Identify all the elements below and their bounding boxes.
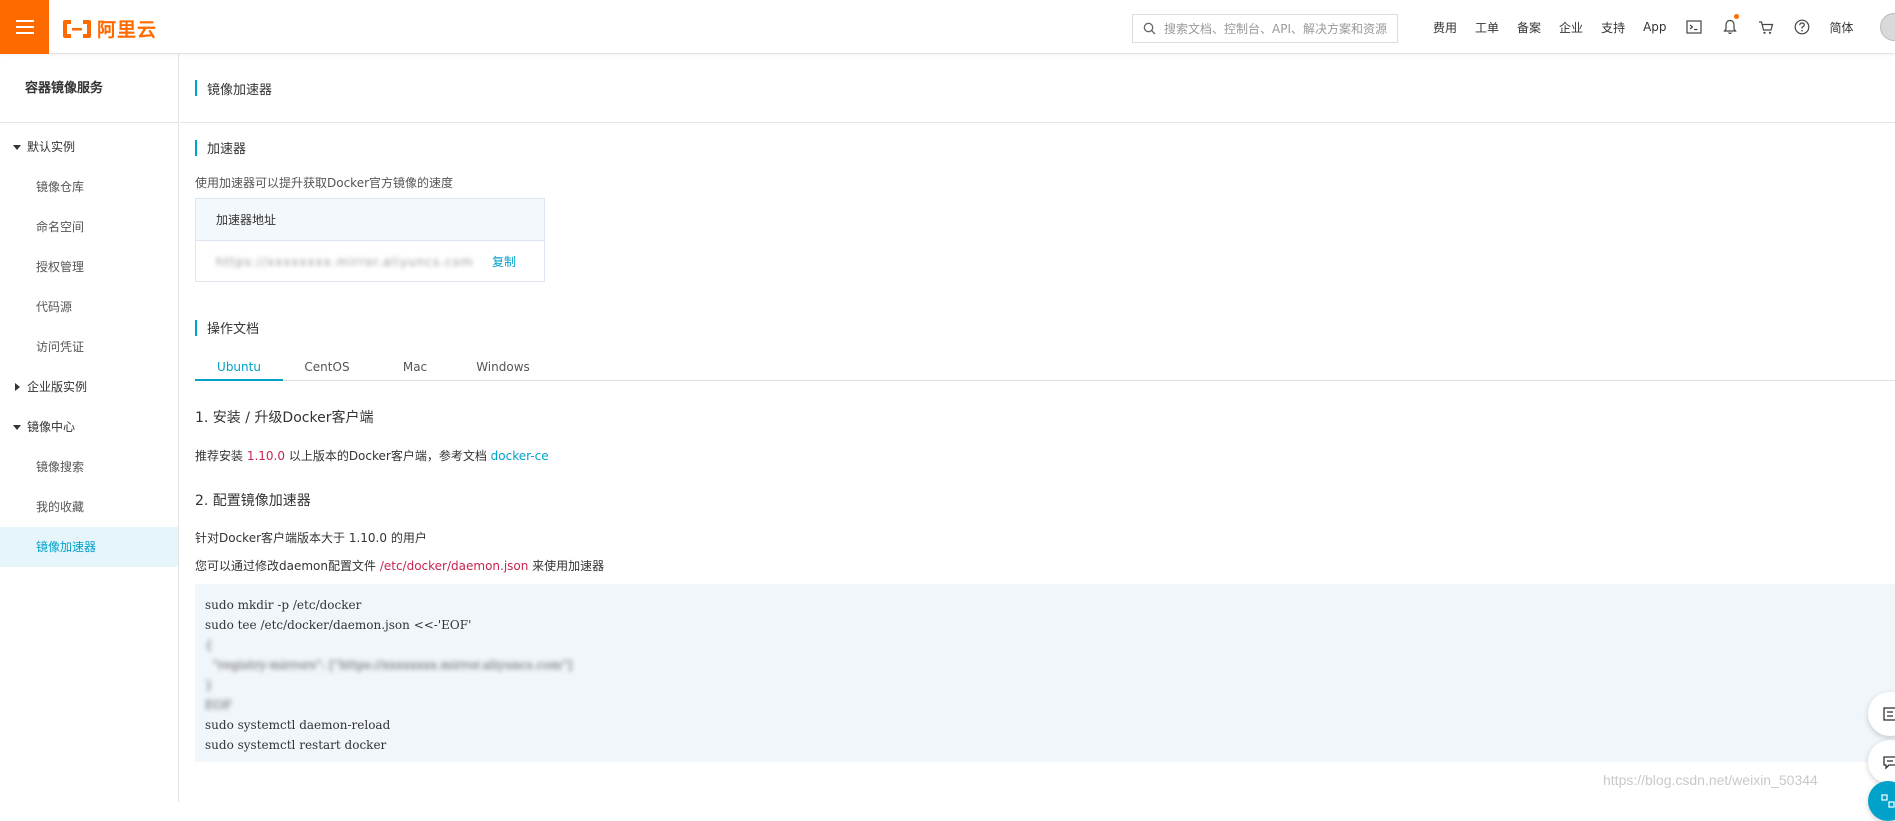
caret-down-icon [13,144,21,150]
code-block[interactable]: sudo mkdir -p /etc/docker sudo tee /etc/… [195,584,1895,762]
sidebar-group-image-center[interactable]: 镜像中心 [0,407,178,447]
recommend-text-mid: 以上版本的Docker客户端，参考文档 [285,449,491,463]
sidebar-title: 容器镜像服务 [0,54,178,123]
sidebar-item-namespaces[interactable]: 命名空间 [0,207,178,247]
top-navbar: 阿里云 费用 工单 备案 企业 支持 App [0,0,1895,54]
tab-ubuntu[interactable]: Ubuntu [195,354,283,381]
page-title-text: 镜像加速器 [207,82,273,98]
version-requirement-text: 针对Docker客户端版本大于 1.10.0 的用户 [195,531,427,545]
search-icon [1143,22,1156,35]
nav-support[interactable]: 支持 [1592,19,1634,36]
accelerator-address-row: https://xxxxxxxx.mirror.aliyuncs.com 复制 [196,241,544,282]
sidebar-group-label: 默认实例 [27,140,76,154]
accelerator-description: 使用加速器可以提升获取Docker官方镜像的速度 [195,176,454,190]
search-input[interactable] [1164,21,1390,36]
sidebar-group-enterprise-instance[interactable]: 企业版实例 [0,367,178,407]
document-icon [1883,707,1895,721]
nav-icp[interactable]: 备案 [1508,19,1550,36]
step2-heading: 2. 配置镜像加速器 [195,493,311,509]
accelerator-title-text: 加速器 [207,142,247,157]
step1-heading: 1. 安装 / 升级Docker客户端 [195,410,374,426]
nav-app[interactable]: App [1634,20,1675,34]
step1-recommendation: 推荐安装 1.10.0 以上版本的Docker客户端，参考文档 docker-c… [195,447,549,464]
page-header: 镜像加速器 [180,54,1895,123]
aliyun-logo[interactable]: 阿里云 [62,15,157,42]
aliyun-logo-icon [63,19,91,38]
title-accent-bar [195,139,197,156]
code-line-redacted: "registry-mirrors": ["https://xxxxxxxx.m… [205,658,573,672]
sidebar-group-label: 镜像中心 [27,420,76,434]
daemon-json-path: /etc/docker/daemon.json [379,559,529,573]
sidebar-item-repositories[interactable]: 镜像仓库 [0,167,178,207]
code-line-redacted: EOF [205,698,232,712]
watermark-text: https://blog.csdn.net/weixin_50344 [1603,772,1818,788]
docs-section-title: 操作文档 [195,318,259,337]
accelerator-address-table: 加速器地址 https://xxxxxxxx.mirror.aliyuncs.c… [195,198,545,282]
docker-ce-link[interactable]: docker-ce [491,449,549,463]
code-line-redacted: } [205,678,213,692]
tab-centos[interactable]: CentOS [283,354,371,380]
notification-dot [1733,14,1739,19]
tab-windows[interactable]: Windows [459,354,547,380]
code-line: sudo mkdir -p /etc/docker [205,598,362,612]
chat-icon [1883,756,1895,770]
recommended-version: 1.10.0 [246,449,285,463]
bell-icon[interactable] [1712,0,1748,54]
nav-tickets[interactable]: 工单 [1466,19,1508,36]
recommend-text-pre: 推荐安装 [195,449,247,463]
daemon-text-pre: 您可以通过修改daemon配置文件 [195,559,380,573]
service-float-button[interactable] [1868,781,1895,821]
sidebar-item-image-accelerator[interactable]: 镜像加速器 [0,527,178,567]
help-icon[interactable] [1784,0,1820,54]
daemon-config-text: 您可以通过修改daemon配置文件 /etc/docker/daemon.jso… [195,557,604,574]
terminal-icon[interactable] [1676,0,1712,54]
logo-text: 阿里云 [97,19,158,41]
daemon-text-post: 来使用加速器 [528,559,605,573]
sidebar-item-authorization[interactable]: 授权管理 [0,247,178,287]
menu-icon[interactable] [0,0,49,54]
sidebar-item-favorites[interactable]: 我的收藏 [0,487,178,527]
caret-down-icon [13,424,21,430]
docs-title-text: 操作文档 [207,322,260,337]
os-tabs: Ubuntu CentOS Mac Windows [195,354,1895,381]
sidebar-item-code-source[interactable]: 代码源 [0,287,178,327]
page-title: 镜像加速器 [195,79,272,98]
title-accent-bar [195,319,197,336]
nav-billing[interactable]: 费用 [1424,19,1466,36]
accelerator-section-title: 加速器 [195,138,246,157]
sidebar-item-image-search[interactable]: 镜像搜索 [0,447,178,487]
accelerator-table-header: 加速器地址 [196,199,544,241]
title-accent-bar [195,80,197,96]
code-line: sudo tee /etc/docker/daemon.json <<-'EOF… [205,618,472,632]
user-avatar[interactable] [1880,13,1895,41]
sidebar: 容器镜像服务 默认实例 镜像仓库 命名空间 授权管理 代码源 访问凭证 企业版实… [0,54,179,802]
main-content: 镜像加速器 加速器 使用加速器可以提升获取Docker官方镜像的速度 加速器地址… [180,54,1895,802]
grid-icon [1881,794,1895,808]
sidebar-item-access-credentials[interactable]: 访问凭证 [0,327,178,367]
top-nav: 费用 工单 备案 企业 支持 App 简体 [1424,0,1864,54]
language-switch[interactable]: 简体 [1820,19,1864,36]
accelerator-address: https://xxxxxxxx.mirror.aliyuncs.com [216,254,474,269]
sidebar-group-default-instance[interactable]: 默认实例 [0,127,178,167]
sidebar-group-label: 企业版实例 [27,380,88,394]
copy-button[interactable]: 复制 [492,253,516,270]
code-line: sudo systemctl daemon-reload [205,718,391,732]
nav-enterprise[interactable]: 企业 [1550,19,1592,36]
cart-icon[interactable] [1748,0,1784,54]
tab-mac[interactable]: Mac [371,354,459,380]
code-line: sudo systemctl restart docker [205,738,387,752]
caret-right-icon [15,383,20,391]
code-line-redacted: { [205,638,213,652]
search-box[interactable] [1132,14,1398,43]
